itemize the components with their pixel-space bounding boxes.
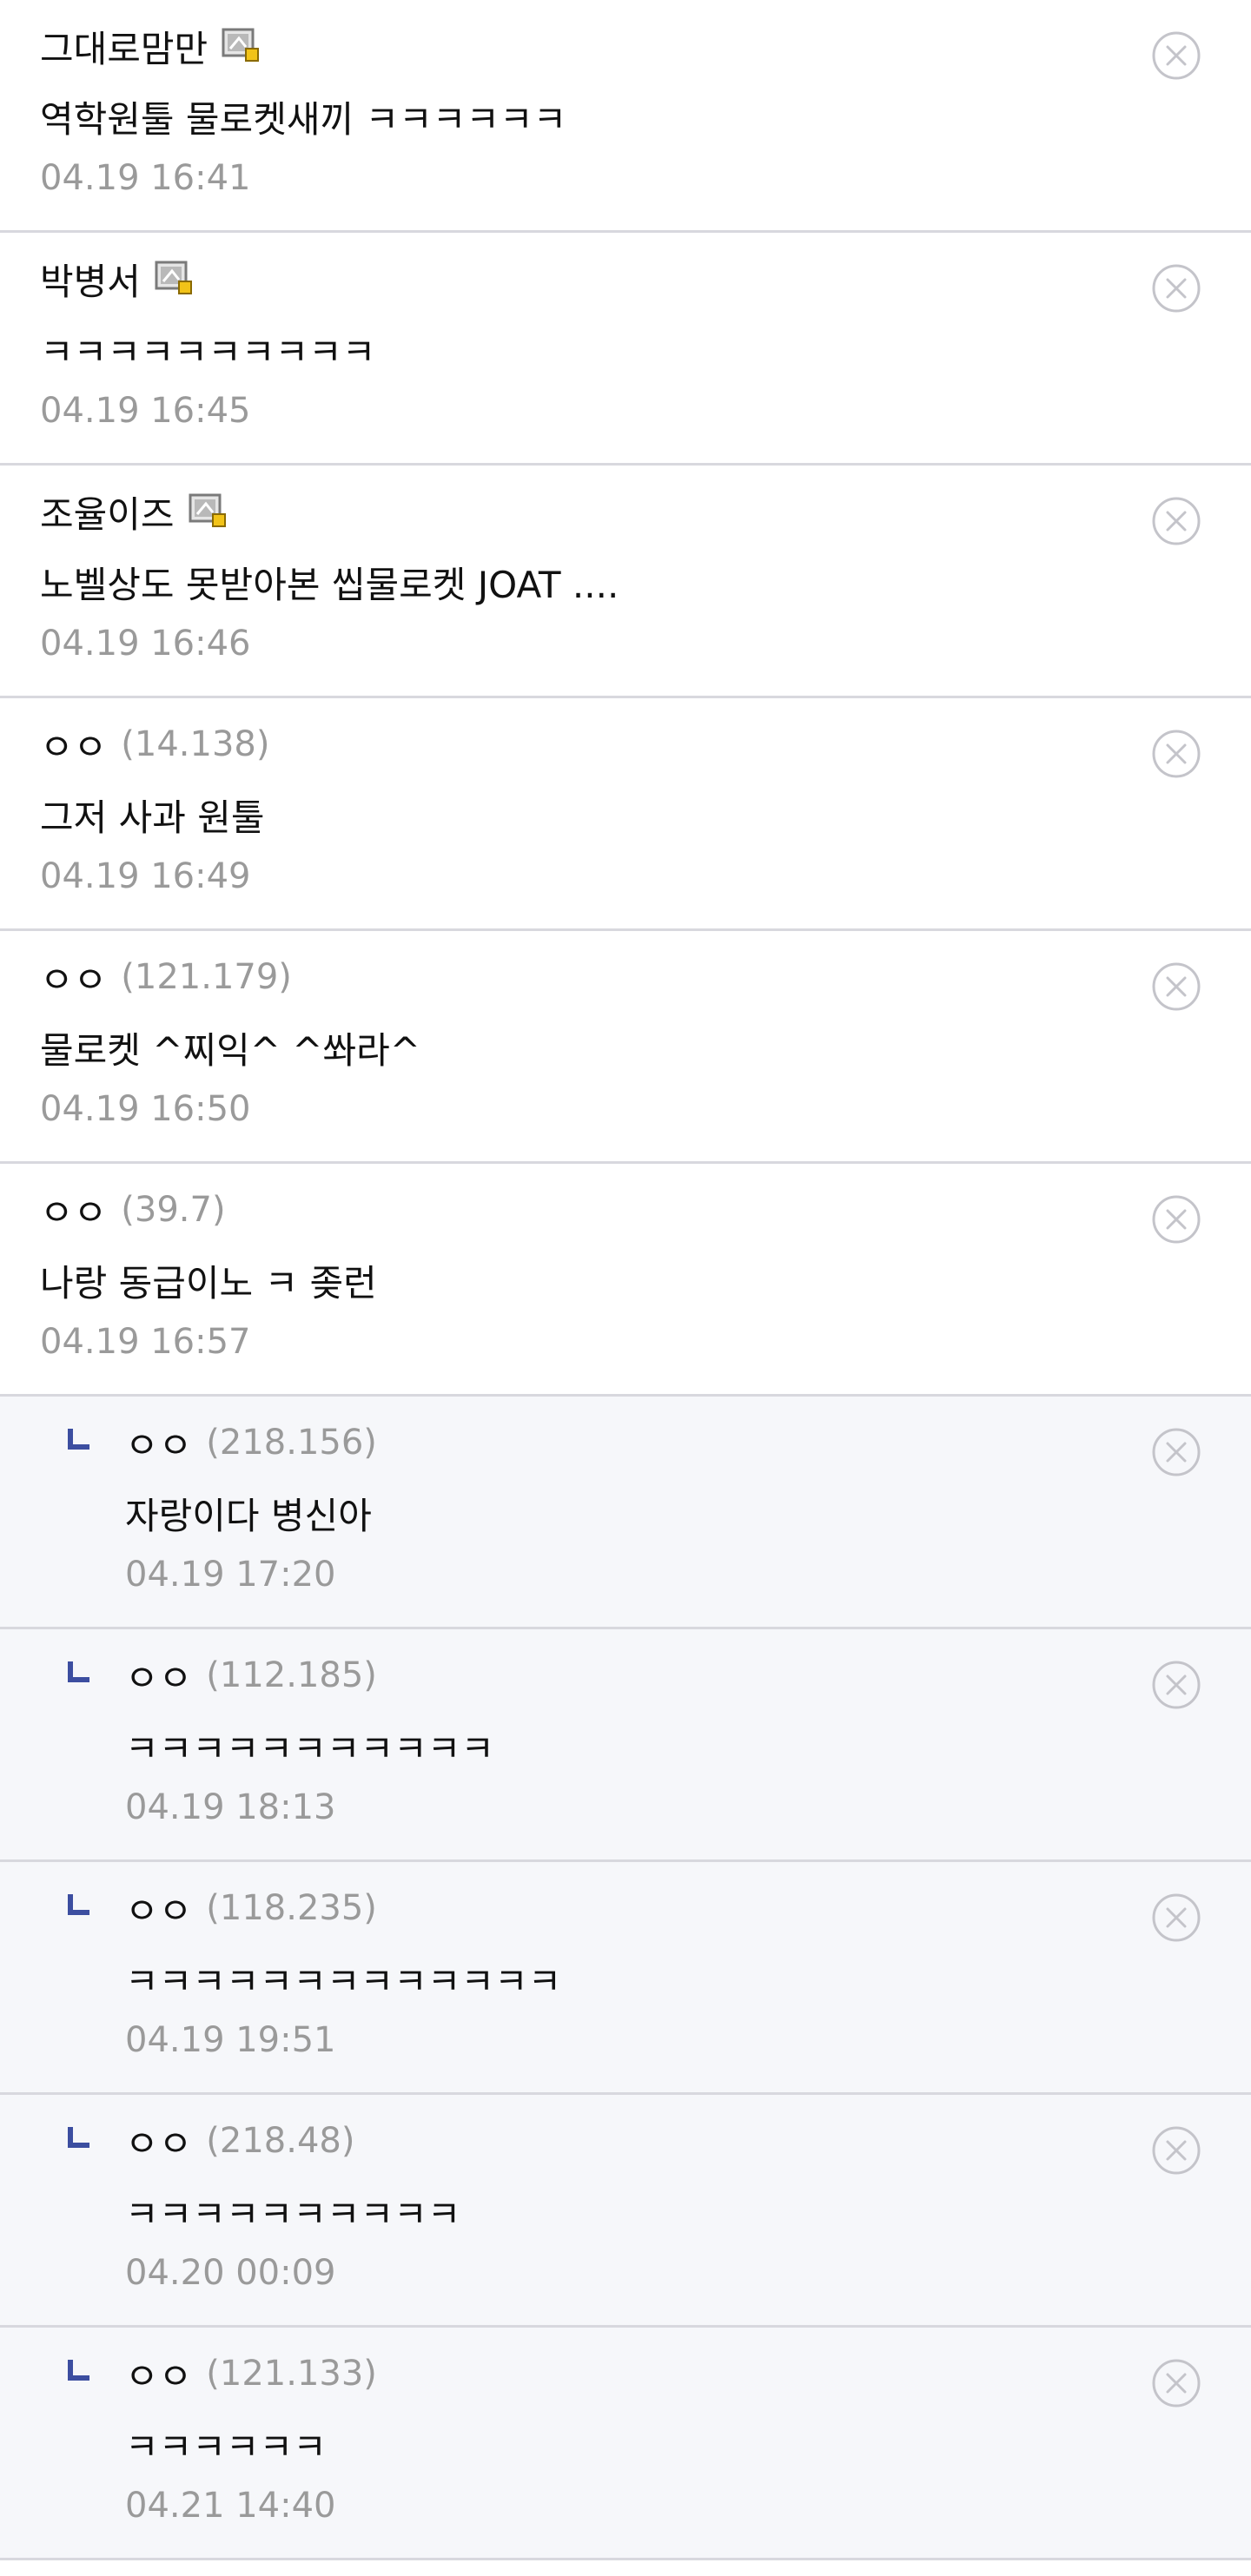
comment-item: 조율이즈 노벨상도 못받아본 씹물로켓 JOAT .... 04.19 16:4… <box>0 466 1251 698</box>
comment-ip: (121.133) <box>206 2354 377 2394</box>
comment-text: 역학원툴 물로켓새끼 ㅋㅋㅋㅋㅋㅋ <box>40 98 567 141</box>
delete-comment-button[interactable] <box>1150 961 1202 1013</box>
comment-text: 노벨상도 못받아본 씹물로켓 JOAT .... <box>40 564 619 606</box>
delete-comment-button[interactable] <box>1150 1892 1202 1944</box>
delete-comment-button[interactable] <box>1150 2124 1202 2176</box>
fixed-nick-icon <box>222 28 260 62</box>
reply-item: ㅇㅇ (121.133) ㅋㅋㅋㅋㅋㅋ 04.21 14:40 <box>0 2328 1251 2560</box>
comment-timestamp: 04.19 16:50 <box>40 1089 251 1129</box>
comment-author[interactable]: ㅇㅇ <box>125 1882 192 1935</box>
comment-ip: (118.235) <box>206 1888 377 1928</box>
comment-header: 그대로맘만 <box>40 19 261 73</box>
comment-timestamp: 04.19 18:13 <box>125 1787 336 1827</box>
comment-text: ㅋㅋㅋㅋㅋㅋ <box>125 2426 327 2468</box>
comment-timestamp: 04.19 16:46 <box>40 624 251 664</box>
comment-author[interactable]: 박병서 <box>40 253 141 306</box>
comment-timestamp: 04.19 17:20 <box>125 1555 336 1595</box>
comment-timestamp: 04.19 16:49 <box>40 856 251 896</box>
comment-item: 박병서 ㅋㅋㅋㅋㅋㅋㅋㅋㅋㅋ 04.19 16:45 <box>0 233 1251 466</box>
comment-author[interactable]: 조율이즈 <box>40 485 175 538</box>
comment-text: ㅋㅋㅋㅋㅋㅋㅋㅋㅋㅋㅋ <box>125 1727 495 1770</box>
comment-ip: (39.7) <box>121 1190 226 1230</box>
comment-timestamp: 04.20 00:09 <box>125 2253 336 2293</box>
reply-arrow-icon <box>68 1429 89 1450</box>
comment-author[interactable]: 그대로맘만 <box>40 20 208 73</box>
reply-item: ㅇㅇ (218.48) ㅋㅋㅋㅋㅋㅋㅋㅋㅋㅋ 04.20 00:09 <box>0 2095 1251 2328</box>
comment-header: ㅇㅇ (121.133) <box>125 2347 377 2401</box>
reply-arrow-icon <box>68 2127 89 2148</box>
comment-text: 물로켓 ^찌익^ ^쏴라^ <box>40 1029 420 1072</box>
comment-ip: (218.48) <box>206 2121 355 2161</box>
comment-item: ㅇㅇ (39.7) 나랑 동급이노 ㅋ 좆런 04.19 16:57 <box>0 1164 1251 1397</box>
fixed-nick-icon <box>189 493 226 527</box>
comment-item: ㅇㅇ (121.179) 물로켓 ^찌익^ ^쏴라^ 04.19 16:50 <box>0 931 1251 1164</box>
comment-header: ㅇㅇ (218.48) <box>125 2114 354 2168</box>
comment-header: ㅇㅇ (14.138) <box>40 717 269 771</box>
comment-text: ㅋㅋㅋㅋㅋㅋㅋㅋㅋㅋ <box>40 331 376 373</box>
delete-comment-button[interactable] <box>1150 1193 1202 1245</box>
comment-timestamp: 04.19 16:41 <box>40 158 251 198</box>
reply-item: ㅇㅇ (218.156) 자랑이다 병신아 04.19 17:20 <box>0 1397 1251 1629</box>
delete-comment-button[interactable] <box>1150 30 1202 82</box>
reply-item: ㅇㅇ (118.235) ㅋㅋㅋㅋㅋㅋㅋㅋㅋㅋㅋㅋㅋ 04.19 19:51 <box>0 1862 1251 2095</box>
delete-comment-button[interactable] <box>1150 1659 1202 1711</box>
comment-header: 조율이즈 <box>40 485 228 538</box>
comment-author[interactable]: ㅇㅇ <box>125 2348 192 2401</box>
comment-text: 자랑이다 병신아 <box>125 1495 372 1537</box>
comment-header: ㅇㅇ (118.235) <box>125 1881 377 1935</box>
delete-comment-button[interactable] <box>1150 2357 1202 2409</box>
delete-comment-button[interactable] <box>1150 495 1202 547</box>
comment-timestamp: 04.19 16:45 <box>40 391 251 431</box>
comment-ip: (112.185) <box>206 1655 377 1695</box>
comment-item: 그대로맘만 역학원툴 물로켓새끼 ㅋㅋㅋㅋㅋㅋ 04.19 16:41 <box>0 0 1251 233</box>
comment-header: ㅇㅇ (112.185) <box>125 1648 377 1702</box>
comment-header: ㅇㅇ (121.179) <box>40 950 292 1004</box>
reply-arrow-icon <box>68 1661 89 1682</box>
reply-arrow-icon <box>68 2360 89 2381</box>
comment-item: ㅇㅇ (14.138) 그저 사과 원툴 04.19 16:49 <box>0 698 1251 931</box>
comment-ip: (218.156) <box>206 1423 377 1463</box>
comment-timestamp: 04.21 14:40 <box>125 2486 336 2526</box>
reply-arrow-icon <box>68 1894 89 1915</box>
delete-comment-button[interactable] <box>1150 728 1202 780</box>
comment-text: 그저 사과 원툴 <box>40 796 265 839</box>
comment-timestamp: 04.19 19:51 <box>125 2020 336 2060</box>
comment-ip: (14.138) <box>121 724 270 764</box>
comment-author[interactable]: ㅇㅇ <box>125 2115 192 2168</box>
comment-author[interactable]: ㅇㅇ <box>40 718 107 771</box>
comment-header: 박병서 <box>40 252 195 306</box>
comment-author[interactable]: ㅇㅇ <box>125 1417 192 1470</box>
comment-ip: (121.179) <box>121 957 292 997</box>
comment-author[interactable]: ㅇㅇ <box>125 1649 192 1702</box>
comment-text: ㅋㅋㅋㅋㅋㅋㅋㅋㅋㅋㅋㅋㅋ <box>125 1960 562 2003</box>
comment-text: 나랑 동급이노 ㅋ 좆런 <box>40 1262 377 1305</box>
comment-header: ㅇㅇ (39.7) <box>40 1183 226 1237</box>
comment-timestamp: 04.19 16:57 <box>40 1322 251 1362</box>
reply-item: ㅇㅇ (112.185) ㅋㅋㅋㅋㅋㅋㅋㅋㅋㅋㅋ 04.19 18:13 <box>0 1629 1251 1862</box>
delete-comment-button[interactable] <box>1150 1426 1202 1478</box>
comment-author[interactable]: ㅇㅇ <box>40 1184 107 1237</box>
comment-author[interactable]: ㅇㅇ <box>40 951 107 1004</box>
comment-list: 그대로맘만 역학원툴 물로켓새끼 ㅋㅋㅋㅋㅋㅋ 04.19 16:41 박병서 <box>0 0 1251 2560</box>
comment-header: ㅇㅇ (218.156) <box>125 1416 377 1470</box>
fixed-nick-icon <box>155 261 192 294</box>
comment-text: ㅋㅋㅋㅋㅋㅋㅋㅋㅋㅋ <box>125 2193 461 2236</box>
delete-comment-button[interactable] <box>1150 262 1202 314</box>
